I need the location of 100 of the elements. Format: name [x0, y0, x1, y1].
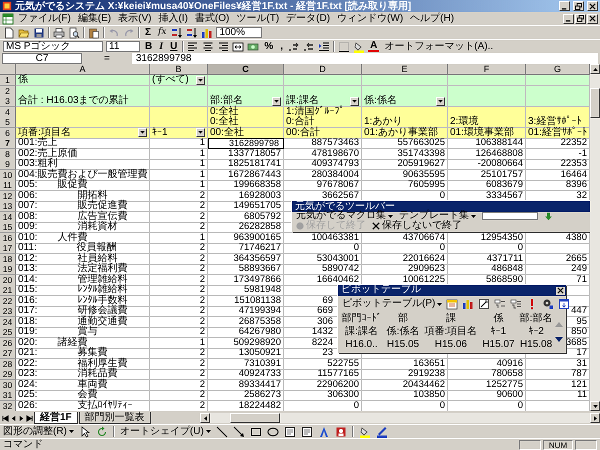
fill-color-icon[interactable] [358, 426, 371, 438]
menu-item[interactable]: データ(D) [283, 12, 334, 24]
chart-icon[interactable] [462, 298, 474, 310]
rotate-icon[interactable] [96, 426, 108, 438]
scroll-thumb[interactable] [230, 413, 280, 423]
column-header[interactable]: D [284, 64, 362, 75]
scroll-down-icon[interactable] [555, 337, 563, 343]
menu-button[interactable]: 図形の調整(R) [3, 426, 74, 436]
text-box-icon[interactable] [284, 426, 296, 438]
field-button[interactable]: 係:係名 [386, 326, 420, 338]
clipboard-icon[interactable] [88, 26, 100, 38]
font-dropdown[interactable]: MS Pゴシック [3, 41, 103, 52]
scroll-thumb[interactable] [590, 88, 600, 118]
sum-button[interactable]: Σ [143, 27, 154, 38]
next-sheet-icon[interactable] [18, 414, 25, 422]
dropdown-button[interactable] [196, 128, 205, 137]
field-button[interactable]: 係 [482, 313, 516, 325]
discard-exit-button[interactable]: 保存しないで終了 [372, 221, 462, 232]
close-button[interactable] [556, 286, 565, 294]
field-button[interactable]: H15.05 [386, 339, 420, 351]
borders-icon[interactable] [338, 40, 350, 52]
field-settings-icon[interactable] [542, 298, 554, 310]
menu-item[interactable]: ウィンドウ(W) [334, 12, 406, 24]
italic-button[interactable]: I [157, 41, 166, 52]
menu-item[interactable]: ヘルプ(H) [407, 12, 458, 24]
menu-item[interactable]: 書式(O) [192, 12, 232, 24]
percent-button[interactable]: % [262, 41, 276, 52]
field-button[interactable]: 項番:項目名 [424, 326, 478, 338]
currency-icon[interactable] [247, 40, 260, 52]
merge-center-icon[interactable] [232, 40, 244, 52]
align-left-icon[interactable] [187, 40, 200, 52]
fill-color-icon[interactable] [353, 40, 366, 52]
print-preview-icon[interactable] [68, 26, 80, 38]
wizard-icon[interactable] [478, 298, 490, 310]
dropdown-button[interactable] [350, 96, 359, 106]
column-header[interactable]: B [150, 64, 208, 75]
pointer-icon[interactable] [78, 426, 91, 438]
font-size-dropdown[interactable]: 11 [106, 41, 140, 52]
scroll-right-button[interactable] [590, 413, 600, 423]
comma-button[interactable]: , [278, 41, 286, 52]
menu-item[interactable]: ツール(T) [233, 12, 282, 24]
field-button[interactable]: 部 [386, 313, 420, 325]
menu-item[interactable]: 表示(V) [115, 12, 154, 24]
dropdown-button[interactable] [436, 96, 445, 106]
previous-sheet-icon[interactable] [10, 414, 17, 422]
vertical-text-box-icon[interactable] [300, 426, 313, 438]
clipart-icon[interactable] [334, 426, 347, 438]
column-header[interactable]: E [362, 64, 448, 75]
format-report-icon[interactable] [446, 298, 458, 310]
zoom-dropdown[interactable]: 100% [216, 27, 262, 38]
menu-button[interactable]: テンプレート集 [399, 211, 476, 222]
ellipse-icon[interactable] [266, 426, 279, 438]
chart-icon[interactable] [201, 26, 214, 38]
arrow-icon[interactable] [544, 212, 553, 221]
restore-button[interactable] [573, 1, 584, 11]
scroll-down-button[interactable] [590, 401, 600, 411]
sheet-tab[interactable]: 部門別一覧表 [78, 412, 151, 424]
line-color-icon[interactable] [376, 426, 388, 438]
function-button[interactable]: fx [156, 27, 168, 38]
input-field[interactable] [482, 212, 538, 220]
field-button[interactable]: 課 [424, 313, 478, 325]
last-sheet-icon[interactable] [26, 414, 33, 422]
increase-decimal-icon[interactable] [288, 40, 300, 52]
open-folder-icon[interactable] [18, 26, 30, 38]
column-header[interactable]: F [448, 64, 526, 75]
align-right-icon[interactable] [217, 40, 230, 52]
dropdown-button[interactable] [138, 128, 147, 137]
vertical-scrollbar[interactable] [590, 64, 600, 411]
restore-button[interactable] [575, 14, 586, 24]
menu-button[interactable]: 元気がでるマクロ集 [296, 211, 393, 222]
dropdown-button[interactable] [196, 76, 205, 84]
column-header[interactable]: G [526, 64, 590, 75]
first-sheet-icon[interactable] [2, 414, 9, 422]
sort-descending-icon[interactable] [186, 26, 198, 38]
sort-ascending-icon[interactable] [171, 26, 184, 38]
dropdown-button[interactable] [272, 96, 281, 106]
field-button[interactable]: H15.06 [424, 339, 478, 351]
workbook-icon[interactable] [2, 12, 14, 24]
decrease-decimal-icon[interactable] [303, 40, 316, 52]
save-icon[interactable] [33, 26, 45, 38]
menu-button[interactable]: オートシェイプ(U) [120, 426, 211, 436]
indent-icon[interactable] [318, 40, 330, 52]
scroll-up-button[interactable] [590, 64, 600, 74]
arrow-icon[interactable] [232, 426, 245, 438]
field-list-icon[interactable] [558, 298, 570, 310]
menu-item[interactable]: 編集(E) [74, 12, 114, 24]
menu-item[interactable]: ファイル(F) [15, 12, 74, 24]
column-header[interactable]: C [208, 64, 284, 75]
horizontal-scrollbar[interactable] [200, 413, 600, 423]
line-icon[interactable] [216, 426, 228, 438]
bold-button[interactable]: B [143, 41, 154, 52]
name-box[interactable]: C7 [2, 53, 82, 64]
new-file-icon[interactable] [3, 26, 15, 38]
autoformat-button[interactable]: オートフォーマット(A).. [382, 41, 496, 52]
menu-item[interactable]: 挿入(I) [155, 12, 191, 24]
scroll-left-button[interactable] [200, 413, 210, 423]
hide-detail-icon[interactable] [494, 298, 506, 310]
field-button[interactable]: H15.07 [482, 339, 516, 351]
formula-field[interactable]: 3162899798 [132, 53, 598, 64]
field-button[interactable]: ｷｰ1 [482, 326, 516, 338]
